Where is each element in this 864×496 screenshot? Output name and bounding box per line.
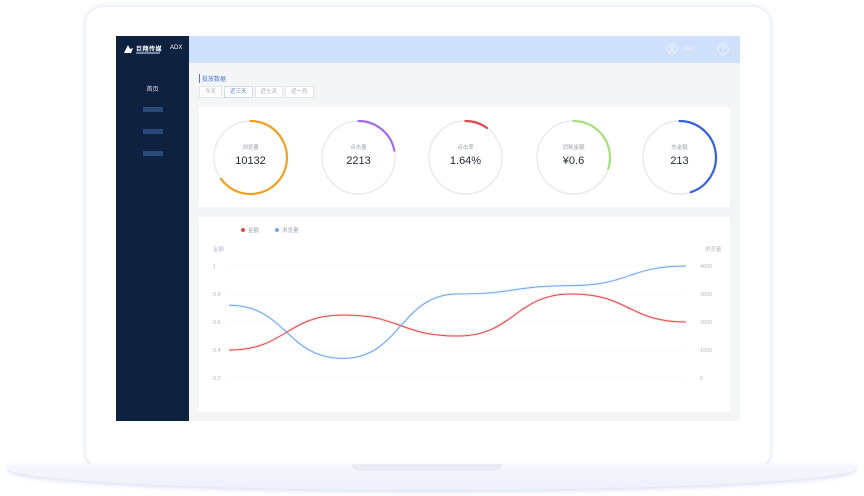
stat-label: 点击量	[350, 145, 367, 151]
stat-label: 消耗金额	[562, 145, 585, 151]
stat-ctr: 点击率 1.64%	[427, 119, 504, 196]
stat-label: 浏览量	[242, 145, 259, 151]
stat-total: 总金额 213	[641, 119, 718, 196]
y-axis-right-label: 浏览量	[705, 245, 722, 253]
y-tick-left: 1	[213, 264, 216, 270]
y-tick-right: 1000	[700, 348, 712, 354]
date-range-tabs: 今天 近三天 近七天 近一月	[199, 86, 316, 98]
stat-value: ¥0.6	[562, 155, 585, 167]
user-circle-icon[interactable]	[666, 43, 678, 55]
app-screen: 巨翔传媒 ADX 首页 user 投放数据 今天 近三天 近七天 近一月 浏览量…	[116, 36, 740, 421]
stat-clicks: 点击量 2213	[320, 119, 397, 196]
username[interactable]: user	[683, 46, 693, 52]
y-tick-left: 0.6	[213, 320, 221, 326]
sidebar-item-3[interactable]	[143, 129, 163, 134]
y-axis-left-label: 金额	[213, 245, 225, 253]
y-tick-left: 0.2	[213, 376, 221, 382]
question-circle-icon[interactable]	[717, 43, 729, 55]
stats-card: 浏览量 10132 点击量 2213 点击率 1.64% 消耗金额 ¥0.6 总…	[199, 107, 730, 207]
logo-mark-icon	[124, 45, 133, 53]
ring-progress	[464, 119, 489, 130]
sidebar-item-home[interactable]: 首页	[116, 84, 189, 93]
sidebar-item-2[interactable]	[143, 107, 163, 112]
y-tick-right: 2000	[700, 320, 712, 326]
series-line-views	[228, 265, 687, 359]
y-tick-right: 3000	[700, 292, 712, 298]
section-title: 投放数据	[199, 74, 226, 83]
tab-last-month[interactable]: 近一月	[285, 86, 314, 98]
y-tick-right: 0	[700, 376, 703, 382]
stat-label: 总金额	[671, 145, 688, 151]
stat-views: 浏览量 10132	[212, 119, 289, 196]
sidebar-item-4[interactable]	[143, 151, 163, 156]
stat-value: 10132	[235, 155, 266, 167]
stat-value: 2213	[346, 155, 371, 167]
stat-value: 213	[670, 155, 689, 167]
sidebar: 巨翔传媒 ADX 首页	[116, 36, 189, 421]
line-chart: 金额 浏览量 1 0.8 0.6 0.4 0.2 4000 3000 2000 1000 0	[213, 245, 722, 382]
stat-label: 点击率	[457, 145, 474, 151]
y-tick-left: 0.4	[213, 348, 221, 354]
logo-subtitle-line	[136, 52, 160, 54]
tab-last-7-days[interactable]: 近七天	[254, 86, 284, 98]
logo-suffix: ADX	[170, 45, 183, 51]
laptop-notch	[352, 464, 502, 471]
stat-spend: 消耗金额 ¥0.6	[535, 119, 612, 196]
y-tick-right: 4000	[700, 264, 712, 270]
chart-card: 金额 浏览量 金额 浏览量 1 0.8 0.6 0.4 0.2 4000 3000 2000 100…	[199, 217, 730, 412]
logo[interactable]: 巨翔传媒 ADX	[123, 42, 187, 60]
tab-last-3-days[interactable]: 近三天	[224, 86, 253, 98]
header-bar: user	[189, 36, 740, 63]
y-tick-left: 0.8	[213, 292, 221, 298]
stat-value: 1.64%	[449, 155, 482, 167]
tab-today[interactable]: 今天	[199, 86, 223, 98]
